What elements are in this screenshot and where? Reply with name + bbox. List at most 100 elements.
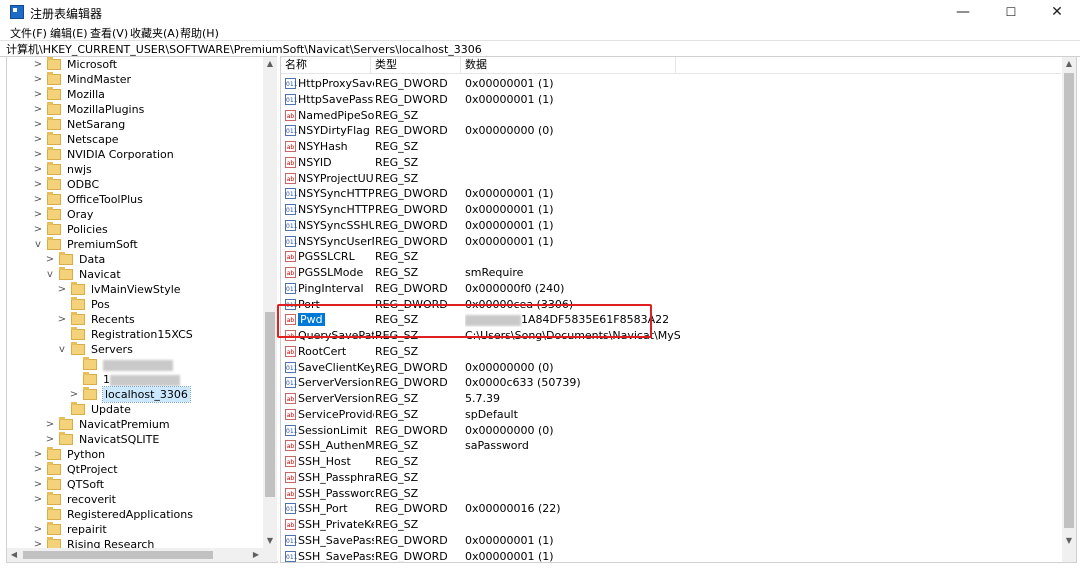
- list-scroll-up-icon[interactable]: ▲: [1062, 57, 1076, 71]
- value-row[interactable]: ab RootCert REG_SZ: [281, 344, 1061, 359]
- expand-icon[interactable]: >: [33, 87, 43, 102]
- value-row[interactable]: abSSH_PassphraseREG_SZ: [281, 470, 1061, 485]
- value-row[interactable]: abNSYProjectUUIDREG_SZ: [281, 171, 1061, 186]
- key-tree[interactable]: > Microsoft > MindMaster > Mozilla > MozillaPlu…: [6, 56, 278, 563]
- tree-item-label[interactable]: QtProject: [67, 462, 118, 477]
- tree-horizontal-scrollbar[interactable]: ◀ ▶: [7, 548, 263, 562]
- tree-item[interactable]: [7, 357, 257, 372]
- address-path[interactable]: 计算机\HKEY_CURRENT_USER\SOFTWARE\PremiumSo…: [6, 41, 482, 57]
- tree-item[interactable]: > NavicatPremium: [7, 417, 257, 432]
- expand-icon[interactable]: >: [57, 282, 67, 297]
- tree-item-label[interactable]: Pos: [91, 297, 110, 312]
- value-name[interactable]: PGSSLMode: [298, 265, 374, 280]
- tree-item[interactable]: > ODBC: [7, 177, 257, 192]
- tree-item-label[interactable]: Recents: [91, 312, 135, 327]
- tree-item[interactable]: Registration15XCS: [7, 327, 257, 342]
- tree-item[interactable]: > MozillaPlugins: [7, 102, 257, 117]
- value-name[interactable]: SSH_Passphrase: [298, 470, 374, 485]
- value-row[interactable]: 011NSYSyncSSHU...REG_DWORD 0x00000001 (1): [281, 218, 1061, 233]
- expand-icon[interactable]: >: [33, 162, 43, 177]
- expand-icon[interactable]: >: [57, 312, 67, 327]
- tree-item-label[interactable]: Mozilla: [67, 87, 105, 102]
- collapse-icon[interactable]: v: [45, 267, 55, 282]
- tree-item[interactable]: > OfficeToolPlus: [7, 192, 257, 207]
- value-row[interactable]: 011NSYSyncUserN...REG_DWORD 0x00000001 (1…: [281, 234, 1061, 249]
- value-row[interactable]: 011 SessionLimit REG_DWORD 0x00000000 (0): [281, 423, 1061, 438]
- tree-item-label[interactable]: repairit: [67, 522, 107, 537]
- scroll-down-icon[interactable]: ▼: [263, 534, 277, 548]
- value-row[interactable]: 011 PingInterval REG_DWORD 0x000000f0 (240): [281, 281, 1061, 296]
- collapse-icon[interactable]: v: [57, 342, 67, 357]
- expand-icon[interactable]: >: [33, 462, 43, 477]
- column-type-header[interactable]: 类型: [371, 57, 461, 73]
- expand-icon[interactable]: >: [33, 447, 43, 462]
- value-name[interactable]: SaveClientKeyP...: [298, 360, 374, 375]
- value-row[interactable]: ab NSYID REG_SZ: [281, 155, 1061, 170]
- tree-item[interactable]: > QTSoft: [7, 477, 257, 492]
- tree-item[interactable]: RegisteredApplications: [7, 507, 257, 522]
- value-row[interactable]: ab SSH_Host REG_SZ: [281, 454, 1061, 469]
- tree-item-label[interactable]: Netscape: [67, 132, 119, 147]
- value-row[interactable]: ab NSYHash REG_SZ: [281, 139, 1061, 154]
- tree-item[interactable]: > recoverit: [7, 492, 257, 507]
- scroll-up-icon[interactable]: ▲: [263, 57, 277, 71]
- expand-icon[interactable]: >: [33, 207, 43, 222]
- tree-item-label[interactable]: recoverit: [67, 492, 116, 507]
- tree-item[interactable]: > Policies: [7, 222, 257, 237]
- expand-icon[interactable]: >: [33, 192, 43, 207]
- menu-favorites[interactable]: 收藏夹(A): [130, 25, 179, 41]
- minimize-button[interactable]: —: [940, 0, 986, 24]
- menu-help[interactable]: 帮助(H): [180, 25, 219, 41]
- expand-icon[interactable]: >: [45, 432, 55, 447]
- tree-item[interactable]: Update: [7, 402, 257, 417]
- value-row[interactable]: 011HttpSavePassw...REG_DWORD 0x00000001 (…: [281, 92, 1061, 107]
- tree-item[interactable]: > MindMaster: [7, 72, 257, 87]
- tree-item-label[interactable]: OfficeToolPlus: [67, 192, 143, 207]
- value-name[interactable]: NSYSyncHTTP...: [298, 202, 374, 217]
- tree-item[interactable]: > localhost_3306: [7, 386, 257, 403]
- value-row[interactable]: 011SaveClientKeyP...REG_DWORD 0x00000000 …: [281, 360, 1061, 375]
- value-name[interactable]: RootCert: [298, 344, 374, 359]
- list-scroll-thumb[interactable]: [1064, 73, 1074, 528]
- tree-item[interactable]: > nwjs: [7, 162, 257, 177]
- tree-item-label[interactable]: NavicatPremium: [79, 417, 170, 432]
- expand-icon[interactable]: >: [33, 72, 43, 87]
- value-name[interactable]: PGSSLCRL: [298, 249, 374, 264]
- scroll-left-icon[interactable]: ◀: [7, 548, 21, 562]
- menu-edit[interactable]: 编辑(E): [50, 25, 88, 41]
- expand-icon[interactable]: >: [45, 417, 55, 432]
- tree-item[interactable]: > Python: [7, 447, 257, 462]
- tree-item-label[interactable]: localhost_3306: [102, 386, 191, 403]
- tree-item[interactable]: > NVIDIA Corporation: [7, 147, 257, 162]
- expand-icon[interactable]: >: [33, 132, 43, 147]
- value-row[interactable]: abSSH_AuthenMe...REG_SZ saPassword: [281, 438, 1061, 453]
- value-name[interactable]: NSYDirtyFlag: [298, 123, 374, 138]
- tree-item[interactable]: > Data: [7, 252, 257, 267]
- tree-item[interactable]: > Recents: [7, 312, 257, 327]
- list-vertical-scrollbar[interactable]: ▲ ▼: [1062, 57, 1076, 562]
- value-name[interactable]: PingInterval: [298, 281, 374, 296]
- column-data-header[interactable]: 数据: [461, 57, 676, 73]
- value-name[interactable]: NamedPipeSo...: [298, 108, 374, 123]
- expand-icon[interactable]: >: [33, 477, 43, 492]
- tree-item-label[interactable]: MozillaPlugins: [67, 102, 144, 117]
- value-row[interactable]: 011 NSYDirtyFlag REG_DWORD 0x00000000 (0): [281, 123, 1061, 138]
- value-name[interactable]: NSYSyncUserN...: [298, 234, 374, 249]
- value-name[interactable]: HttpSavePassw...: [298, 92, 374, 107]
- menu-file[interactable]: 文件(F): [10, 25, 47, 41]
- close-button[interactable]: ✕: [1034, 0, 1080, 24]
- tree-item-label[interactable]: RegisteredApplications: [67, 507, 193, 522]
- tree-item-label[interactable]: ODBC: [67, 177, 99, 192]
- expand-icon[interactable]: >: [33, 102, 43, 117]
- tree-item-label[interactable]: 1: [103, 372, 180, 387]
- expand-icon[interactable]: >: [69, 387, 79, 402]
- tree-item-label[interactable]: NetSarang: [67, 117, 125, 132]
- value-name[interactable]: SSH_Host: [298, 454, 374, 469]
- expand-icon[interactable]: >: [33, 222, 43, 237]
- expand-icon[interactable]: >: [33, 492, 43, 507]
- value-row[interactable]: ab PGSSLCRL REG_SZ: [281, 249, 1061, 264]
- value-name[interactable]: NSYID: [298, 155, 374, 170]
- expand-icon[interactable]: >: [33, 177, 43, 192]
- value-row[interactable]: 011 SSH_Port REG_DWORD 0x00000016 (22): [281, 501, 1061, 516]
- menu-view[interactable]: 查看(V): [90, 25, 128, 41]
